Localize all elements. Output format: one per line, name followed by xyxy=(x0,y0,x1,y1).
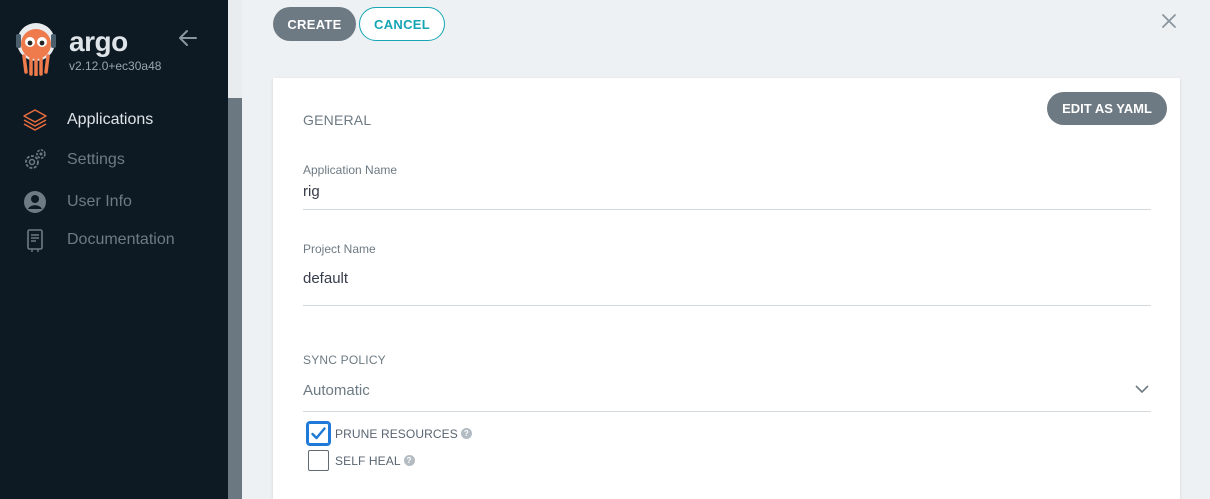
app-name-input[interactable]: rig xyxy=(303,183,1151,210)
self-heal-checkbox[interactable] xyxy=(308,450,329,471)
sidebar-item-label: Applications xyxy=(67,111,154,128)
cancel-button[interactable]: CANCEL xyxy=(359,7,445,41)
create-app-panel: CREATE CANCEL EDIT AS YAML GENERAL Appli… xyxy=(242,0,1210,499)
prune-resources-label: PRUNE RESOURCES xyxy=(335,426,458,441)
project-name-label: Project Name xyxy=(303,242,376,256)
gears-icon xyxy=(22,147,48,173)
version-label: v2.12.0+ec30a48 xyxy=(69,59,162,73)
create-button[interactable]: CREATE xyxy=(273,7,356,41)
prune-resources-option: PRUNE RESOURCES ? xyxy=(306,421,472,446)
arrow-left-icon xyxy=(179,30,197,46)
checkmark-icon xyxy=(311,427,326,440)
sidebar-item-label: Settings xyxy=(67,151,125,168)
sidebar: argo v2.12.0+ec30a48 Applications Settin… xyxy=(0,0,228,499)
brand-name: argo xyxy=(69,26,128,57)
prune-resources-checkbox[interactable] xyxy=(306,421,331,446)
user-circle-icon xyxy=(22,189,48,215)
sidebar-item-label: Documentation xyxy=(67,231,175,248)
sync-policy-select[interactable]: Automatic xyxy=(303,380,1151,412)
layers-icon xyxy=(22,107,48,133)
help-icon[interactable]: ? xyxy=(403,455,415,466)
sidebar-item-user-info[interactable]: User Info xyxy=(22,188,132,216)
close-icon[interactable] xyxy=(1160,12,1178,30)
argo-logo-icon xyxy=(16,22,56,77)
sidebar-item-applications[interactable]: Applications xyxy=(22,106,153,134)
general-section-title: GENERAL xyxy=(303,112,372,128)
sidebar-item-settings[interactable]: Settings xyxy=(22,146,125,174)
collapse-sidebar-button[interactable] xyxy=(176,26,200,50)
app-name-label: Application Name xyxy=(303,163,398,177)
self-heal-label: SELF HEAL xyxy=(335,453,401,468)
app-form-card: EDIT AS YAML GENERAL Application Name ri… xyxy=(273,78,1180,499)
background-header xyxy=(228,0,242,98)
sidebar-item-documentation[interactable]: Documentation xyxy=(22,226,175,254)
help-icon[interactable]: ? xyxy=(460,428,472,439)
sync-policy-label: SYNC POLICY xyxy=(303,353,386,367)
chevron-down-icon xyxy=(1135,385,1149,394)
sidebar-item-label: User Info xyxy=(67,193,132,210)
book-icon xyxy=(22,227,48,253)
project-name-input[interactable]: default xyxy=(303,270,1151,306)
self-heal-option: SELF HEAL ? xyxy=(308,450,415,471)
edit-as-yaml-button[interactable]: EDIT AS YAML xyxy=(1047,92,1167,125)
sync-policy-value: Automatic xyxy=(303,382,370,399)
